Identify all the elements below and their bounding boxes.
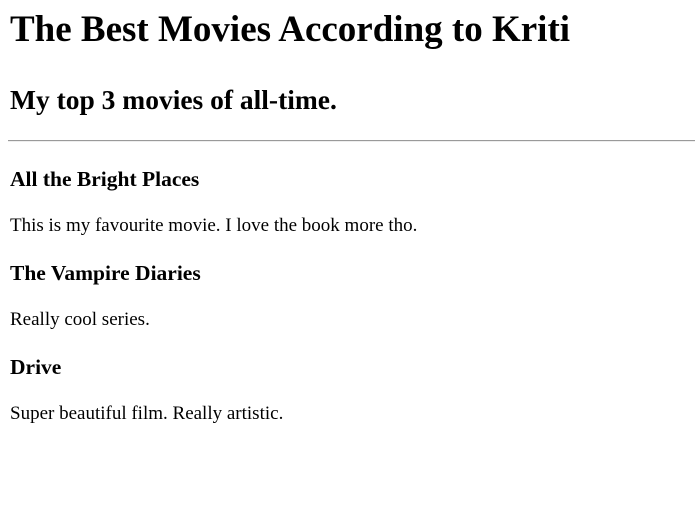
movie-description: Super beautiful film. Really artistic. xyxy=(10,403,284,424)
page-subtitle: My top 3 movies of all-time. xyxy=(10,84,337,115)
movie-description: Really cool series. xyxy=(10,309,150,330)
movie-title: All the Bright Places xyxy=(10,167,200,191)
page: { "page": { "title": "The Best Movies Ac… xyxy=(0,8,695,530)
movie-entry: All the Bright Places This is my favouri… xyxy=(10,166,695,238)
movie-entry: The Vampire Diaries Really cool series. xyxy=(10,260,695,332)
page-title: The Best Movies According to Kriti xyxy=(10,9,571,50)
divider xyxy=(8,140,695,142)
movie-entry: Drive Super beautiful film. Really artis… xyxy=(10,354,695,426)
movie-title: The Vampire Diaries xyxy=(10,261,201,285)
movie-title: Drive xyxy=(10,355,62,379)
movie-description: This is my favourite movie. I love the b… xyxy=(10,215,418,236)
